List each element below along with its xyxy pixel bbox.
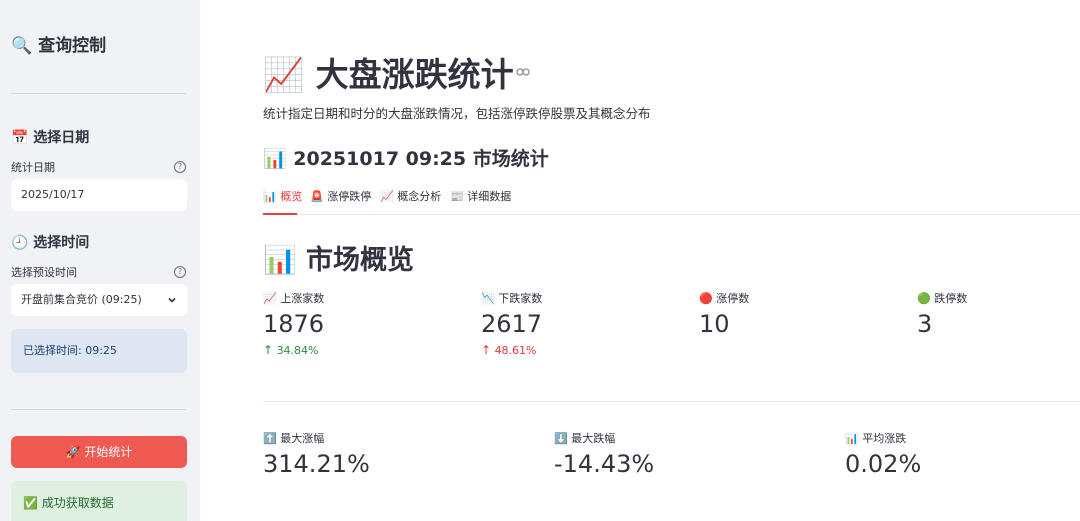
metric-avg-change: 📊 平均涨跌 0.02% [845,430,921,478]
help-icon[interactable]: ? [174,266,186,278]
time-section-title: 🕘 选择时间 [11,235,90,251]
metric-delta: ↑ 48.61% [481,343,542,357]
arrow-up-icon: ↑ [481,343,492,357]
metric-label: 🔴 涨停数 [699,292,750,305]
metric-value: 3 [917,310,933,338]
metric-value: -14.43% [554,450,655,478]
metric-label: 📊 平均涨跌 [845,432,907,445]
date-section-title: 📅 选择日期 [11,130,90,146]
date-label: 统计日期 [11,161,55,174]
time-label: 选择预设时间 [11,266,77,279]
tab-overview[interactable]: 📊 概览 [263,188,302,204]
metric-value: 10 [699,310,730,338]
tab-limit[interactable]: 🚨 涨停跌停 [310,188,371,204]
page-title: 📈 大盘涨跌统计 [263,55,514,94]
metric-delta-value: 48.61% [494,344,537,357]
metric-limit-up: 🔴 涨停数 10 [699,290,749,338]
tab-detail[interactable]: 📰 详细数据 [450,188,511,204]
tabs-divider [263,214,1080,215]
metric-max-loss: ⬇️ 最大跌幅 -14.43% [554,430,654,478]
metric-value: 0.02% [845,450,922,478]
metric-label: 📉 下跌家数 [481,292,543,305]
metric-label: 🟢 跌停数 [917,292,968,305]
sidebar: 🔍 查询控制 📅 选择日期 统计日期 ? 2025/10/17 🕘 选择时间 选… [0,0,200,521]
selected-time-info: 已选择时间: 09:25 [11,329,187,373]
metric-max-gain: ⬆️ 最大涨幅 314.21% [263,430,370,478]
tab-concept[interactable]: 📈 概念分析 [380,188,441,204]
sidebar-title: 🔍 查询控制 [11,36,107,56]
chevron-down-icon [167,284,177,316]
metric-label: ⬇️ 最大跌幅 [554,432,616,445]
metric-value: 2617 [481,310,543,338]
metric-up-count: 📈 上涨家数 1876 ↑ 34.84% [263,290,324,357]
active-tab-indicator [263,213,297,215]
metric-value: 1876 [263,310,325,338]
page-subtitle: 统计指定日期和时分的大盘涨跌情况，包括涨停跌停股票及其概念分布 [263,106,651,121]
section-title: 📊 市场概览 [263,245,415,276]
metric-delta-value: 34.84% [276,344,319,357]
time-select[interactable]: 开盘前集合竞价 (09:25) [11,284,187,316]
metric-value: 314.21% [263,450,370,478]
metric-down-count: 📉 下跌家数 2617 ↑ 48.61% [481,290,542,357]
metric-label: 📈 上涨家数 [263,292,325,305]
help-icon[interactable]: ? [174,161,186,173]
metric-limit-down: 🟢 跌停数 3 [917,290,967,338]
metric-delta: ↑ 34.84% [263,343,324,357]
arrow-up-icon: ↑ [263,343,274,357]
main-content: 📈 大盘涨跌统计 统计指定日期和时分的大盘涨跌情况，包括涨停跌停股票及其概念分布… [200,0,1080,521]
stat-title: 📊 20251017 09:25 市场统计 [263,148,549,170]
sidebar-divider [11,409,186,410]
start-stats-button[interactable]: 🚀 开始统计 [11,436,187,468]
date-input[interactable]: 2025/10/17 [11,179,187,211]
sidebar-divider [11,93,186,94]
metric-label: ⬆️ 最大涨幅 [263,432,325,445]
time-select-value: 开盘前集合竞价 (09:25) [21,293,142,306]
section-divider [263,401,1080,402]
link-icon[interactable] [516,66,530,80]
success-message: ✅ 成功获取数据 [11,481,187,521]
